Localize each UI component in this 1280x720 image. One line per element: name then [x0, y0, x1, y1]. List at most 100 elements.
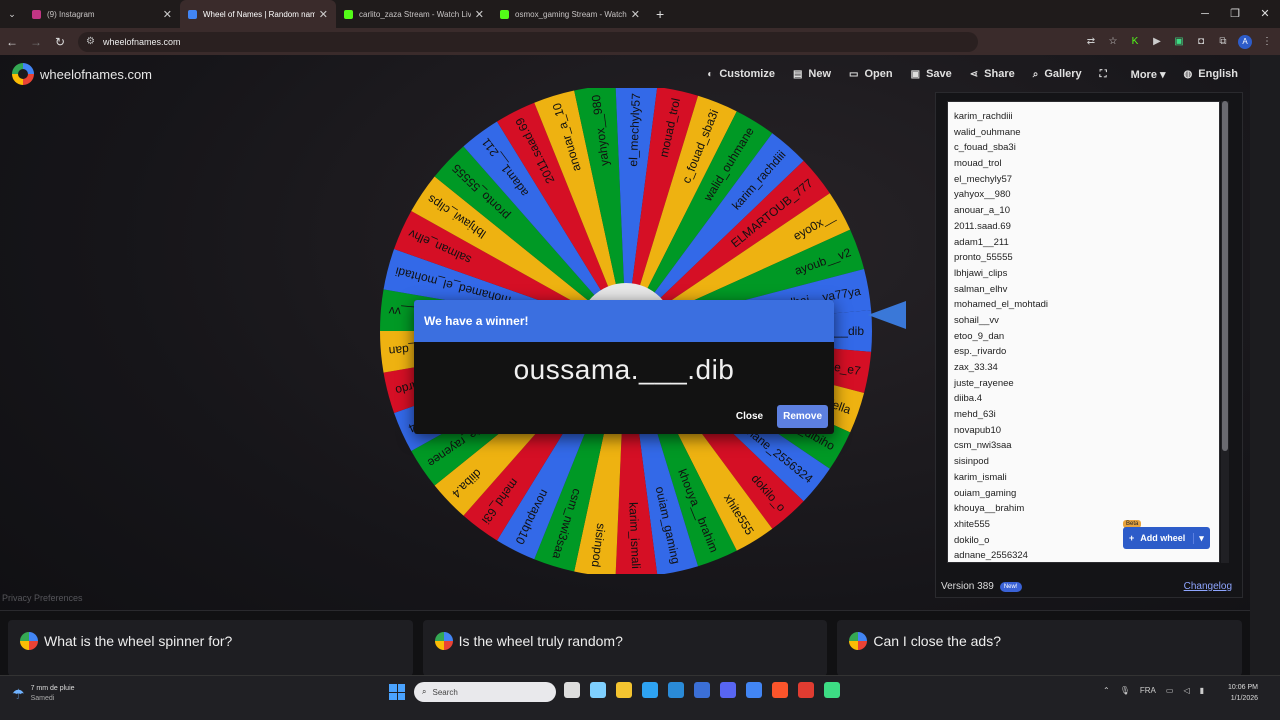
- microphone-icon[interactable]: 🎙: [1120, 686, 1130, 695]
- entry-item[interactable]: sohail__vv: [954, 313, 1213, 329]
- back-icon[interactable]: ←: [0, 35, 24, 49]
- tab-search-icon[interactable]: ⌄: [0, 9, 24, 20]
- menu-share-button[interactable]: ⋖ Share: [970, 68, 1015, 80]
- entry-item[interactable]: esp._rivardo: [954, 344, 1213, 360]
- entry-item[interactable]: c_fouad_sba3i: [954, 140, 1213, 156]
- privacy-preferences-link[interactable]: Privacy Preferences: [2, 593, 83, 603]
- menu-file-button[interactable]: ▤ New: [793, 68, 831, 80]
- browser-tab[interactable]: Wheel of Names | Random nam ✕: [180, 0, 336, 28]
- entry-item[interactable]: zax_33.34: [954, 360, 1213, 376]
- site-logo-icon[interactable]: [12, 63, 34, 85]
- scrollbar-thumb[interactable]: [1222, 101, 1228, 451]
- chevron-up-icon[interactable]: ⌃: [1103, 686, 1110, 695]
- entry-item[interactable]: pronto_55555: [954, 250, 1213, 266]
- entry-item[interactable]: diiba.4: [954, 391, 1213, 407]
- windows-start-icon[interactable]: [389, 684, 405, 700]
- entry-item[interactable]: 2011.saad.69: [954, 219, 1213, 235]
- weather-widget[interactable]: ☂ 7 mm de pluie Samedi: [12, 684, 75, 704]
- faq-card[interactable]: Can I close the ads?: [837, 620, 1243, 675]
- taskbar-app-icon[interactable]: [824, 682, 840, 698]
- entry-item[interactable]: etoo_9_dan: [954, 329, 1213, 345]
- translate-icon[interactable]: ⇄: [1084, 36, 1098, 47]
- faq-card[interactable]: What is the wheel spinner for?: [8, 620, 413, 675]
- taskbar-app-icon[interactable]: [642, 682, 658, 698]
- tab-close-icon[interactable]: ✕: [319, 8, 328, 21]
- entry-item[interactable]: salman_elhv: [954, 282, 1213, 298]
- entries-textarea[interactable]: karim_rachdiii walid_ouhmane c_fouad_sba3i…: [947, 101, 1220, 563]
- chevron-down-icon[interactable]: ▾: [1193, 532, 1204, 544]
- battery-icon[interactable]: ▮: [1200, 686, 1204, 695]
- entry-item[interactable]: mehd_63i: [954, 407, 1213, 423]
- entry-item[interactable]: el_mechyly57: [954, 172, 1213, 188]
- close-button[interactable]: Close: [732, 406, 767, 427]
- tab-close-icon[interactable]: ✕: [631, 8, 640, 21]
- clock[interactable]: 10:06 PM 1/1/2026: [1228, 682, 1258, 704]
- entry-item[interactable]: novapub10: [954, 423, 1213, 439]
- entry-item[interactable]: anouar_a_10: [954, 203, 1213, 219]
- screenshot-extension-icon[interactable]: ◘: [1194, 36, 1208, 47]
- site-info-icon[interactable]: ⚙: [86, 36, 95, 47]
- taskbar-app-icon[interactable]: [694, 682, 710, 698]
- entry-item[interactable]: csm_nwi3saa: [954, 438, 1213, 454]
- entry-item[interactable]: juste_rayenee: [954, 376, 1213, 392]
- remove-button[interactable]: Remove: [777, 405, 828, 428]
- taskbar-app-icon[interactable]: [668, 682, 684, 698]
- entry-item[interactable]: lbhjawi_clips: [954, 266, 1213, 282]
- entry-item[interactable]: karim_rachdiii: [954, 109, 1213, 125]
- tab-close-icon[interactable]: ✕: [475, 8, 484, 21]
- language-indicator[interactable]: FRA: [1140, 686, 1156, 695]
- forward-icon[interactable]: →: [24, 35, 48, 49]
- taskbar-app-icon[interactable]: [720, 682, 736, 698]
- menu-search-button[interactable]: ⌕ Gallery: [1033, 68, 1082, 80]
- menu-fullscreen-button[interactable]: ⛶: [1100, 69, 1113, 80]
- taskbar-app-icon[interactable]: [590, 682, 606, 698]
- entries-scrollbar[interactable]: [1221, 101, 1229, 563]
- extension-icon[interactable]: ▣: [1172, 36, 1186, 47]
- entry-item[interactable]: adnane_2556324: [954, 548, 1213, 562]
- taskbar-app-icon[interactable]: [616, 682, 632, 698]
- taskbar-app-icon[interactable]: [746, 682, 762, 698]
- puzzle-icon[interactable]: ⧉: [1216, 36, 1230, 47]
- minimize-icon[interactable]: ─: [1190, 0, 1220, 28]
- menu-palette-button[interactable]: ◐ Customize: [707, 68, 775, 80]
- taskbar-search[interactable]: ⌕ Search: [414, 682, 556, 702]
- browser-tab[interactable]: carlito_zaza Stream - Watch Liv ✕: [336, 0, 492, 28]
- page-scrollbar[interactable]: [1250, 55, 1280, 675]
- close-window-icon[interactable]: ✕: [1250, 0, 1280, 28]
- entry-item[interactable]: mohamed_el_mohtadi: [954, 297, 1213, 313]
- volume-icon[interactable]: ◁: [1183, 686, 1189, 695]
- maximize-icon[interactable]: ❐: [1220, 0, 1250, 28]
- menu-folder-button[interactable]: ▭ Open: [849, 68, 893, 80]
- entry-item[interactable]: adam1__211: [954, 235, 1213, 251]
- wheel-logo-icon: [849, 632, 868, 650]
- taskbar-app-icon[interactable]: [772, 682, 788, 698]
- address-bar[interactable]: ⚙ wheelofnames.com: [78, 31, 978, 52]
- entry-item[interactable]: mouad_trol: [954, 156, 1213, 172]
- entry-item[interactable]: ouiam_gaming: [954, 486, 1213, 502]
- kick-extension-icon[interactable]: K: [1128, 36, 1142, 47]
- play-extension-icon[interactable]: ▶: [1150, 36, 1164, 47]
- faq-card[interactable]: Is the wheel truly random?: [422, 620, 828, 675]
- browser-tab[interactable]: (9) Instagram ✕: [24, 0, 180, 28]
- taskbar-app-icon[interactable]: [564, 682, 580, 698]
- entry-item[interactable]: sisinpod: [954, 454, 1213, 470]
- entry-item[interactable]: khouya__brahim: [954, 501, 1213, 517]
- new-tab-icon[interactable]: +: [656, 6, 664, 22]
- profile-avatar[interactable]: A: [1238, 34, 1252, 49]
- menu-more-button[interactable]: More ▾: [1131, 68, 1166, 81]
- site-name[interactable]: wheelofnames.com: [40, 67, 152, 82]
- taskbar-app-icon[interactable]: [798, 682, 814, 698]
- network-icon[interactable]: ▭: [1166, 686, 1174, 695]
- entry-item[interactable]: karim_ismali: [954, 470, 1213, 486]
- browser-tab[interactable]: osmox_gaming Stream - Watch ✕: [492, 0, 648, 28]
- reload-icon[interactable]: ↻: [48, 35, 72, 49]
- entry-item[interactable]: yahyox__980: [954, 187, 1213, 203]
- add-wheel-button[interactable]: + Add wheel ▾: [1123, 527, 1210, 549]
- bookmark-star-icon[interactable]: ☆: [1106, 36, 1120, 47]
- menu-save-button[interactable]: ▣ Save: [911, 68, 952, 80]
- entry-item[interactable]: walid_ouhmane: [954, 125, 1213, 141]
- changelog-link[interactable]: Changelog: [1184, 581, 1232, 592]
- tab-close-icon[interactable]: ✕: [163, 8, 172, 21]
- menu-dots-icon[interactable]: ⋮: [1260, 36, 1274, 47]
- menu-globe-button[interactable]: ◍ English: [1184, 68, 1238, 80]
